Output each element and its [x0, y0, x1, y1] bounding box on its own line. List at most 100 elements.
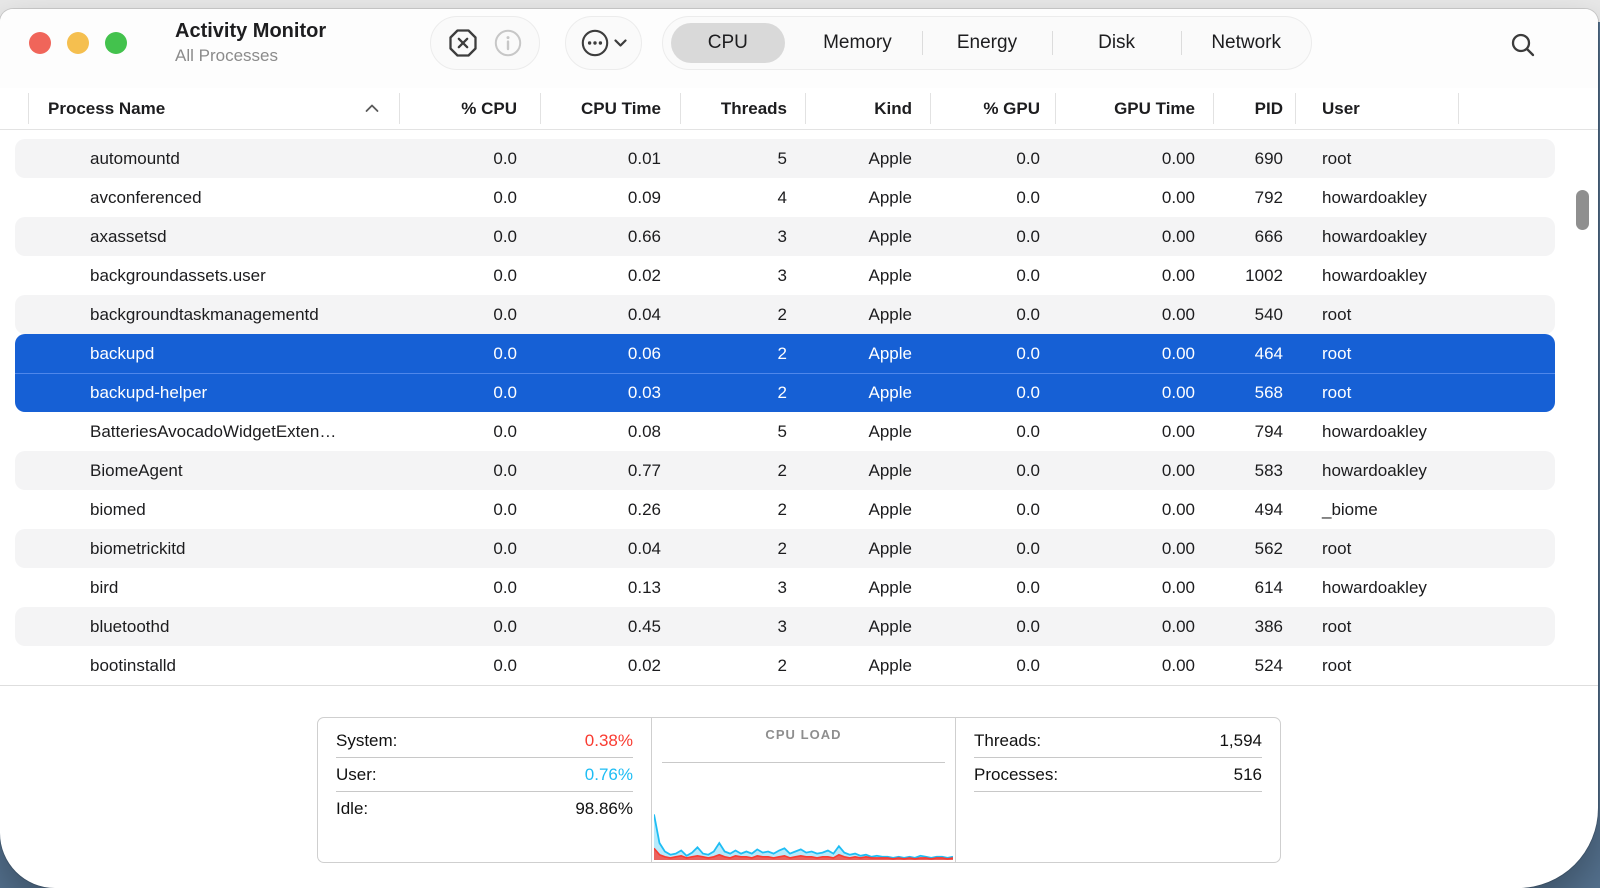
cell-gpu-time: 0.00 — [1055, 227, 1213, 247]
table-row[interactable]: BatteriesAvocadoWidgetExten…0.00.085Appl… — [15, 412, 1555, 451]
cell-kind: Apple — [805, 383, 930, 403]
table-row[interactable]: automountd0.00.015Apple0.00.00690root — [15, 139, 1555, 178]
tab-cpu[interactable]: CPU — [663, 17, 793, 69]
tab-energy[interactable]: Energy — [922, 17, 1052, 69]
user-label: User: — [336, 765, 377, 785]
table-header: Process Name % CPUCPU TimeThreadsKind% GP… — [15, 88, 1555, 129]
cell-cpu: 0.0 — [399, 344, 540, 364]
cell-kind: Apple — [805, 149, 930, 169]
processes-row: Processes: 516 — [974, 758, 1262, 792]
fullscreen-button[interactable] — [105, 32, 127, 54]
cell-user: root — [1295, 305, 1458, 325]
column-header-cpu-time[interactable]: CPU Time — [540, 88, 680, 129]
cell-kind: Apple — [805, 422, 930, 442]
close-button[interactable] — [29, 32, 51, 54]
column-header-kind[interactable]: Kind — [805, 88, 930, 129]
cell-pid: 666 — [1213, 227, 1295, 247]
cell-cpu: 0.0 — [399, 266, 540, 286]
cell-kind: Apple — [805, 227, 930, 247]
tab-disk[interactable]: Disk — [1052, 17, 1182, 69]
cell-cpu: 0.0 — [399, 500, 540, 520]
cell-threads: 3 — [680, 266, 805, 286]
activity-monitor-window: Activity Monitor All Processes — [0, 9, 1598, 888]
tab-network[interactable]: Network — [1181, 17, 1311, 69]
scrollbar-thumb[interactable] — [1576, 190, 1589, 230]
cell-threads: 5 — [680, 149, 805, 169]
minimize-button[interactable] — [67, 32, 89, 54]
cell-cpu-time: 0.26 — [540, 500, 680, 520]
column-header-label: Process Name — [48, 99, 165, 119]
cell-threads: 5 — [680, 422, 805, 442]
cell-gpu: 0.0 — [930, 422, 1055, 442]
table-row[interactable]: backgroundassets.user0.00.023Apple0.00.0… — [15, 256, 1555, 295]
cell-user: howardoakley — [1295, 266, 1458, 286]
column-header-label: GPU Time — [1114, 99, 1195, 119]
cell-name: avconferenced — [15, 188, 399, 208]
cell-user: howardoakley — [1295, 227, 1458, 247]
cell-gpu: 0.0 — [930, 617, 1055, 637]
column-header-user[interactable]: User — [1295, 88, 1458, 129]
table-row[interactable]: backgroundtaskmanagementd0.00.042Apple0.… — [15, 295, 1555, 334]
table-row[interactable]: backupd0.00.062Apple0.00.00464root — [15, 334, 1555, 373]
cell-user: howardoakley — [1295, 422, 1458, 442]
cell-pid: 524 — [1213, 656, 1295, 676]
tab-label: Memory — [823, 32, 892, 54]
cell-name: biomed — [15, 500, 399, 520]
column-header-cpu[interactable]: % CPU — [399, 88, 540, 129]
column-header-pid[interactable]: PID — [1213, 88, 1295, 129]
cell-pid: 494 — [1213, 500, 1295, 520]
cell-name: bluetoothd — [15, 617, 399, 637]
table-row[interactable]: BiomeAgent0.00.772Apple0.00.00583howardo… — [15, 451, 1555, 490]
tab-memory[interactable]: Memory — [793, 17, 923, 69]
cell-pid: 614 — [1213, 578, 1295, 598]
cell-name: bootinstalld — [15, 656, 399, 676]
cell-threads: 2 — [680, 305, 805, 325]
cell-threads: 2 — [680, 383, 805, 403]
cell-name: automountd — [15, 149, 399, 169]
table-row[interactable]: axassetsd0.00.663Apple0.00.00666howardoa… — [15, 217, 1555, 256]
cell-kind: Apple — [805, 578, 930, 598]
cell-threads: 2 — [680, 656, 805, 676]
cell-user: root — [1295, 383, 1458, 403]
cell-cpu-time: 0.03 — [540, 383, 680, 403]
column-header-label: User — [1322, 99, 1360, 119]
cpu-load-title: CPU LOAD — [652, 727, 955, 742]
processes-value: 516 — [1234, 765, 1262, 785]
cell-cpu-time: 0.02 — [540, 266, 680, 286]
inspect-process-button[interactable] — [493, 28, 523, 58]
column-header-process-name[interactable]: Process Name — [15, 88, 399, 129]
cell-cpu: 0.0 — [399, 617, 540, 637]
cell-kind: Apple — [805, 188, 930, 208]
traffic-lights — [29, 32, 127, 54]
table-row[interactable]: avconferenced0.00.094Apple0.00.00792howa… — [15, 178, 1555, 217]
cell-cpu: 0.0 — [399, 227, 540, 247]
cell-name: backupd — [15, 344, 399, 364]
tab-label: Energy — [957, 32, 1017, 54]
cell-gpu-time: 0.00 — [1055, 383, 1213, 403]
column-header-gpu[interactable]: % GPU — [930, 88, 1055, 129]
more-options-button[interactable] — [580, 28, 627, 58]
column-header-threads[interactable]: Threads — [680, 88, 805, 129]
search-button[interactable] — [1506, 28, 1540, 62]
cell-gpu-time: 0.00 — [1055, 422, 1213, 442]
cell-gpu-time: 0.00 — [1055, 578, 1213, 598]
cell-cpu: 0.0 — [399, 656, 540, 676]
column-header-gpu-time[interactable]: GPU Time — [1055, 88, 1213, 129]
cell-threads: 3 — [680, 617, 805, 637]
cpu-load-chart — [654, 754, 953, 860]
column-header-label: PID — [1255, 99, 1283, 119]
stop-process-button[interactable] — [448, 28, 478, 58]
tab-label: Network — [1211, 32, 1281, 54]
cell-kind: Apple — [805, 500, 930, 520]
cpu-load-section: CPU LOAD — [651, 718, 955, 862]
table-row[interactable]: biomed0.00.262Apple0.00.00494_biome — [15, 490, 1555, 529]
table-row[interactable]: bluetoothd0.00.453Apple0.00.00386root — [15, 607, 1555, 646]
cell-user: root — [1295, 344, 1458, 364]
table-row[interactable]: backupd-helper0.00.032Apple0.00.00568roo… — [15, 373, 1555, 412]
cell-cpu-time: 0.09 — [540, 188, 680, 208]
table-row[interactable]: bootinstalld0.00.022Apple0.00.00524root — [15, 646, 1555, 685]
table-row[interactable]: biometrickitd0.00.042Apple0.00.00562root — [15, 529, 1555, 568]
cell-pid: 562 — [1213, 539, 1295, 559]
cell-cpu: 0.0 — [399, 578, 540, 598]
table-row[interactable]: bird0.00.133Apple0.00.00614howardoakley — [15, 568, 1555, 607]
